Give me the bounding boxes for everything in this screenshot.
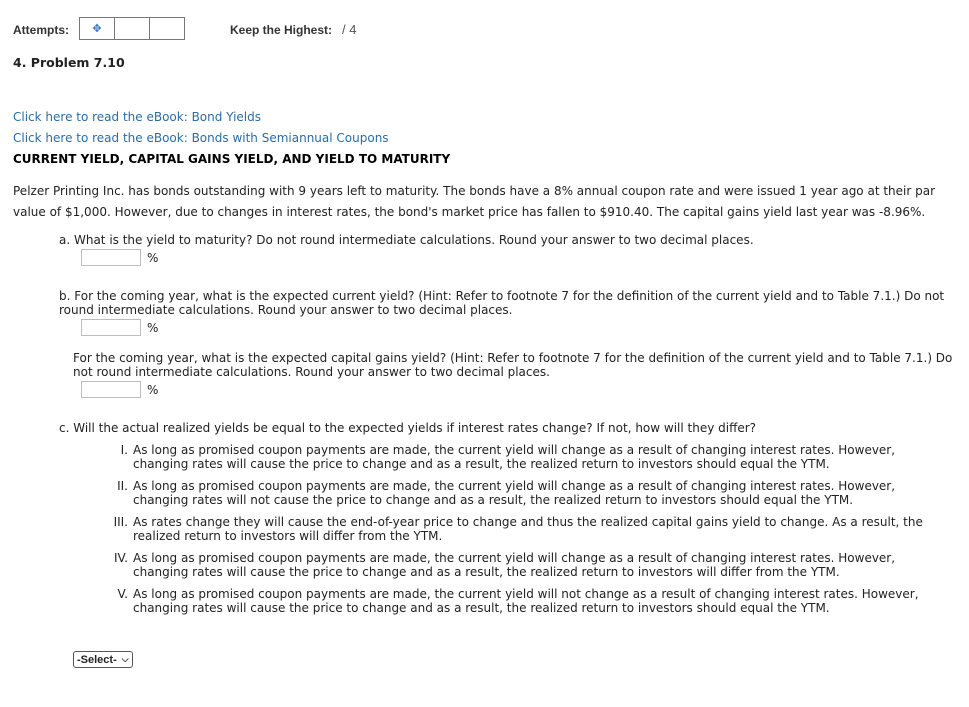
question-b-current-yield-text: b. For the coming year, what is the expe… (59, 289, 945, 317)
current-yield-input[interactable] (81, 319, 141, 336)
chevron-down-icon: ⌵ (121, 654, 129, 664)
option-number: II. (117, 479, 128, 493)
option-number: V. (117, 587, 128, 601)
option-text: As rates change they will cause the end-… (133, 515, 923, 543)
percent-unit: % (147, 382, 159, 397)
capital-gains-yield-input[interactable] (81, 381, 141, 398)
ebook-link-semiannual-coupons[interactable]: Click here to read the eBook: Bonds with… (13, 131, 389, 145)
option-text: As long as promised coupon payments are … (133, 551, 896, 579)
option-text: As long as promised coupon payments are … (133, 479, 896, 507)
select-label: -Select- (77, 653, 117, 666)
question-a-answer-row: % (81, 249, 158, 266)
percent-unit: % (147, 320, 159, 335)
option-number: I. (120, 443, 128, 457)
percent-unit: % (147, 250, 159, 265)
option-text: As long as promised coupon payments are … (133, 587, 919, 615)
question-a-text: a. What is the yield to maturity? Do not… (59, 233, 754, 247)
ebook-link-bond-yields[interactable]: Click here to read the eBook: Bond Yield… (13, 110, 261, 124)
option-number: IV. (113, 551, 128, 565)
ytm-input[interactable] (81, 249, 141, 266)
option-number: III. (113, 515, 128, 529)
problem-title: 4. Problem 7.10 (13, 55, 125, 70)
option-text: As long as promised coupon payments are … (133, 443, 896, 471)
keep-highest-label: Keep the Highest: (230, 23, 333, 37)
attempt-box-3 (149, 17, 185, 40)
keep-highest-score: / 4 (342, 22, 357, 37)
question-b-current-yield-answer-row: % (81, 319, 158, 336)
attempt-box-1: ✥ (79, 17, 115, 40)
question-c-text: c. Will the actual realized yields be eq… (59, 421, 757, 435)
problem-intro: Pelzer Printing Inc. has bonds outstandi… (13, 184, 936, 219)
question-b-capital-gains-answer-row: % (81, 381, 158, 398)
section-heading: CURRENT YIELD, CAPITAL GAINS YIELD, AND … (13, 152, 451, 166)
attempts-label: Attempts: (13, 23, 69, 37)
answer-select-dropdown[interactable]: -Select- ⌵ (73, 651, 133, 668)
attempts-tracker: ✥ (79, 17, 185, 40)
attempt-progress-icon: ✥ (92, 22, 102, 35)
question-b-capital-gains-text: For the coming year, what is the expecte… (73, 351, 953, 379)
attempt-box-2 (114, 17, 150, 40)
